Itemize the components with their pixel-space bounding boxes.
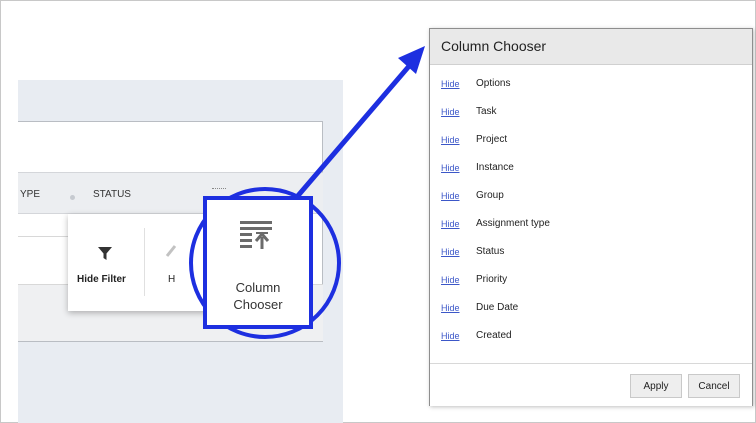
column-name: Created <box>476 330 512 341</box>
column-name: Group <box>476 190 504 201</box>
apply-button[interactable]: Apply <box>630 374 682 398</box>
column-chooser-icon <box>240 221 272 249</box>
cancel-button[interactable]: Cancel <box>688 374 740 398</box>
column-name: Status <box>476 246 505 257</box>
hide-column-link[interactable]: Hide <box>441 79 460 89</box>
column-name: Due Date <box>476 302 519 313</box>
hide-column-link[interactable]: Hide <box>441 303 460 313</box>
column-name: Project <box>476 134 508 145</box>
dialog-title-bar: Column Chooser <box>430 29 752 65</box>
hide-column-link[interactable]: Hide <box>441 331 460 341</box>
column-name: Task <box>476 106 497 117</box>
hide-column-link[interactable]: Hide <box>441 135 460 145</box>
hide-column-link[interactable]: Hide <box>441 163 460 173</box>
column-chooser-button-zoomed[interactable]: Column Chooser <box>203 196 313 329</box>
column-chooser-label-line2: Chooser <box>233 297 283 312</box>
column-name: Assignment type <box>476 218 550 229</box>
hide-column-link[interactable]: Hide <box>441 275 460 285</box>
column-chooser-dialog: Column Chooser Hide Options Hide Task Hide Pr… <box>429 28 753 406</box>
dialog-title: Column Chooser <box>441 38 547 54</box>
column-name: Instance <box>476 162 514 173</box>
dialog-footer: Apply Cancel <box>430 363 752 406</box>
hide-column-link[interactable]: Hide <box>441 107 460 117</box>
hide-column-link[interactable]: Hide <box>441 191 460 201</box>
column-name: Options <box>476 78 511 89</box>
hide-column-link[interactable]: Hide <box>441 219 460 229</box>
hide-column-link[interactable]: Hide <box>441 247 460 257</box>
column-name: Priority <box>476 274 508 285</box>
column-chooser-label-line1: Column <box>235 280 281 295</box>
